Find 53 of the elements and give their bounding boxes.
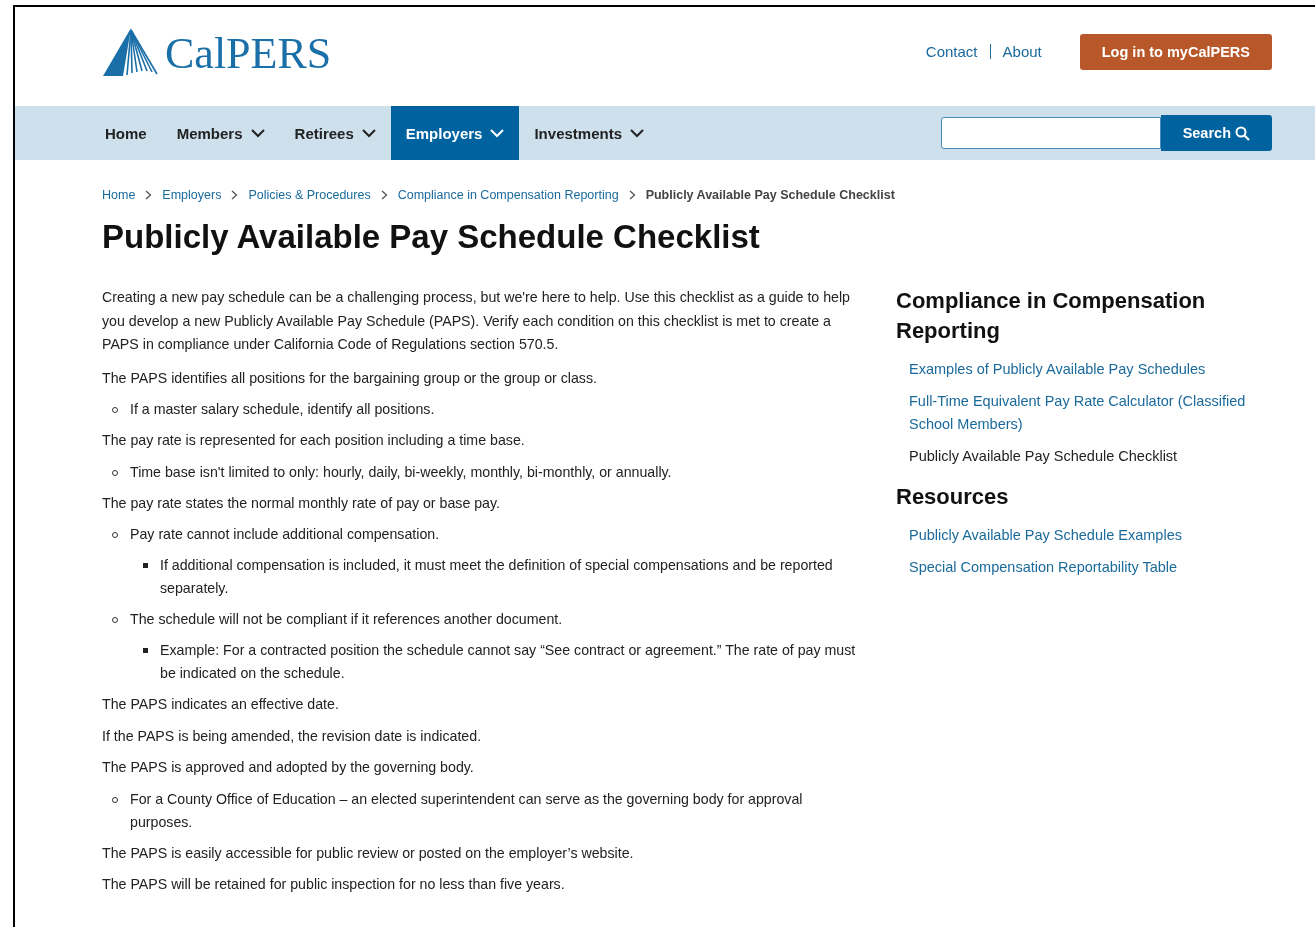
nav-item[interactable]: Home <box>90 106 162 160</box>
checklist-subitem: Pay rate cannot include additional compensation. <box>130 525 440 544</box>
bullet-icon <box>143 648 148 653</box>
nav-item[interactable]: Retirees <box>279 106 391 160</box>
checklist-subitem: Time base isn't limited to only: hourly, daily, bi-weekly, monthly, bi-monthly, or annually. <box>130 462 672 482</box>
chevron-right-icon <box>231 190 239 200</box>
intro-paragraph: Creating a new pay schedule can be a challenging process, but we're here to help. Use this checklist as a guide to help you develop a new Publicly Available Pay Schedule (PAPS). Verify each condition on this checklist is met to create a PAPS in compliance under California Code of Regulations section 570.5. <box>102 288 851 354</box>
checklist-item: The PAPS indicates an effective date. <box>102 695 340 714</box>
breadcrumb-link[interactable]: Policies & Procedures <box>248 188 371 202</box>
breadcrumb-link[interactable]: Employers <box>162 188 222 202</box>
checklist-item: The pay rate is represented for each position including a time base. <box>102 431 526 450</box>
sidebar-link[interactable]: Full-Time Equivalent Pay Rate Calculator (Classified School Members) <box>909 390 1256 436</box>
checklist-subitem: For a County Office of Education – an elected superintendent can serve as the governing body for approval purposes. <box>130 789 804 832</box>
nav-item[interactable]: Members <box>161 106 280 160</box>
sidebar-heading: Resources <box>896 483 1010 511</box>
breadcrumb-link[interactable]: Home <box>102 188 136 202</box>
chevron-down-icon <box>361 128 376 138</box>
search-field[interactable] <box>940 117 1161 149</box>
chevron-down-icon <box>490 128 505 138</box>
nav-item[interactable]: Employers <box>390 106 520 160</box>
sidebar-link[interactable]: Special Compensation Reportability Table <box>909 556 1256 579</box>
breadcrumb-link[interactable]: Compliance in Compensation Reporting <box>397 188 619 202</box>
checklist-subitem: The schedule will not be compliant if it references another document. <box>130 610 563 629</box>
logo-wordmark[interactable]: CalPERS <box>165 31 332 76</box>
sidebar-link[interactable]: Publicly Available Pay Schedule Examples <box>909 524 1256 547</box>
link-separator <box>989 44 991 59</box>
checklist-item: The PAPS is easily accessible for public review or posted on the employer’s website. <box>102 843 635 863</box>
chevron-right-icon <box>145 190 153 200</box>
chevron-right-icon <box>380 190 388 200</box>
checklist-item: The PAPS is approved and adopted by the governing body. <box>102 758 475 777</box>
chevron-down-icon <box>250 128 265 138</box>
checklist-item: The PAPS identifies all positions for the bargaining group or the group or class. <box>102 368 598 388</box>
sidebar-heading: Compliance in Compensation Reporting <box>896 287 1207 345</box>
chevron-down-icon <box>630 128 644 138</box>
checklist-item: If the PAPS is being amended, the revision date is indicated. <box>102 726 483 746</box>
breadcrumb-current: Publicly Available Pay Schedule Checklist <box>645 188 895 202</box>
checklist-item: The pay rate states the normal monthly rate of pay or base pay. <box>102 493 501 513</box>
sidebar-link[interactable]: Examples of Publicly Available Pay Schedules <box>909 358 1256 381</box>
login-button[interactable]: Log in to myCalPERS <box>1079 33 1272 70</box>
chevron-right-icon <box>628 190 636 200</box>
sidebar-link[interactable]: Publicly Available Pay Schedule Checklist <box>909 445 1256 468</box>
search-icon <box>1235 125 1250 141</box>
checklist-item: The PAPS will be retained for public inspection for no less than five years. <box>102 875 566 894</box>
search-button[interactable]: Search <box>1160 115 1272 151</box>
checklist-subitem: If a master salary schedule, identify all positions. <box>130 400 435 419</box>
logo-icon <box>103 27 159 76</box>
header-link[interactable]: Contact <box>925 43 978 60</box>
header-link[interactable]: About <box>1002 43 1042 60</box>
page-title: Publicly Available Pay Schedule Checklist <box>102 218 761 256</box>
checklist-subitem: If additional compensation is included, it must meet the definition of special compensations and be reported separately. <box>160 556 834 598</box>
checklist-subitem: Example: For a contracted position the schedule cannot say “See contract or agreement.” The rate of pay must be indicated on the schedule. <box>160 641 857 683</box>
bullet-icon <box>143 563 148 568</box>
nav-item[interactable]: Investments <box>519 106 659 160</box>
